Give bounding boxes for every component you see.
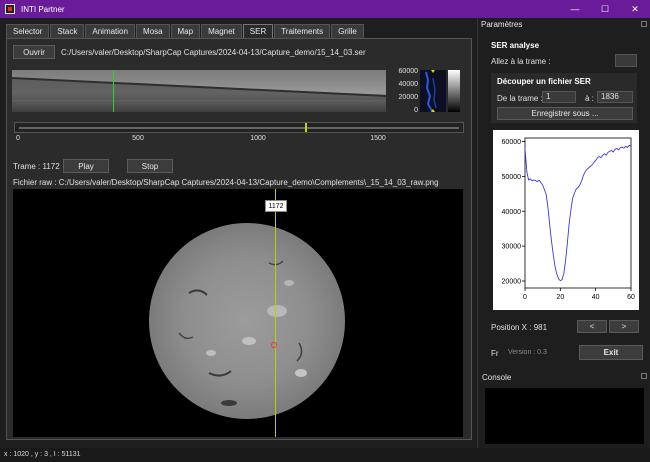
to-frame-input[interactable]: 1836	[597, 91, 633, 103]
exit-button[interactable]: Exit	[579, 345, 643, 360]
open-button[interactable]: Ouvrir	[13, 45, 55, 59]
window-controls: — ☐ ✕	[560, 0, 650, 18]
y-tick-label: 60000	[502, 139, 522, 146]
x-tick-label: 60	[627, 294, 635, 301]
sun-disk	[149, 223, 345, 419]
console-panel: Console	[477, 370, 650, 448]
cut-ser-box: Découper un fichier SER De la trame : 1 …	[491, 73, 637, 123]
plot-frame	[524, 137, 632, 289]
spectrum-line	[12, 77, 386, 100]
dock-float-icon[interactable]	[641, 21, 647, 27]
position-x-label: Position X : 981	[491, 323, 548, 332]
params-panel: Paramètres SER analyse Allez à la trame …	[477, 18, 650, 374]
dock-float-icon[interactable]	[641, 373, 647, 379]
profile-plot: 20000 30000 40000 50000 60000 0 20 40 60	[493, 130, 639, 310]
y-tick-label: 20000	[502, 279, 522, 286]
strip-frame-marker	[113, 70, 114, 112]
prev-position-button[interactable]: <	[577, 320, 607, 333]
goto-frame-input[interactable]	[615, 54, 637, 67]
app-icon	[5, 4, 15, 14]
tab-mosa[interactable]: Mosa	[135, 24, 170, 38]
histogram-tick: 40000	[398, 81, 418, 88]
tab-ser[interactable]: SER	[242, 24, 274, 38]
ser-file-path: C:/Users/valer/Desktop/SharpCap Captures…	[61, 48, 366, 57]
frame-axis: 0 500 1000 1500	[14, 134, 464, 144]
histogram[interactable]	[420, 70, 446, 112]
axis-tick: 0	[16, 135, 20, 142]
position-marker	[271, 342, 277, 348]
tab-animation[interactable]: Animation	[85, 24, 135, 38]
frame-label: Trame : 1172	[13, 161, 60, 171]
play-button[interactable]: Play	[63, 159, 109, 173]
grayscale-bar[interactable]	[448, 70, 460, 112]
histogram-tick: 0	[414, 107, 418, 114]
frame-row: Trame : 1172	[13, 159, 60, 173]
x-tick-label: 20	[556, 294, 564, 301]
tab-magnet[interactable]: Magnet	[201, 24, 242, 38]
minimize-button[interactable]: —	[560, 0, 590, 18]
axis-tick: 1500	[370, 135, 386, 142]
y-tick-label: 30000	[502, 244, 522, 251]
cut-ser-title: Découper un fichier SER	[497, 77, 591, 86]
tab-map[interactable]: Map	[170, 24, 201, 38]
axis-tick: 1000	[250, 135, 266, 142]
spectrum-strip-area: 60000 40000 20000 0	[12, 66, 462, 120]
from-frame-input[interactable]: 1	[542, 91, 576, 103]
ser-analyse-title: SER analyse	[491, 41, 540, 50]
stop-button[interactable]: Stop	[127, 159, 173, 173]
x-tick-label: 40	[592, 294, 600, 301]
next-position-button[interactable]: >	[609, 320, 639, 333]
console-title: Console	[482, 373, 512, 382]
slider-groove	[19, 127, 459, 129]
frame-tag: 1172	[265, 200, 287, 212]
ser-panel: Ouvrir C:/Users/valer/Desktop/SharpCap C…	[6, 38, 472, 440]
axis-tick: 500	[132, 135, 144, 142]
save-as-button[interactable]: Enregistrer sous ...	[497, 107, 633, 120]
histogram-plot	[425, 70, 437, 112]
cursor-readout: x : 1020 , y : 3 , I : 51131	[4, 451, 81, 458]
x-tick-label: 0	[523, 294, 527, 301]
frame-slider[interactable]	[14, 122, 464, 133]
histogram-scale: 60000 40000 20000 0	[390, 66, 418, 120]
slider-handle[interactable]	[305, 123, 307, 132]
version-label: Version : 0.3	[508, 349, 547, 356]
window-title: INTI Partner	[21, 4, 65, 14]
language-label[interactable]: Fr	[491, 349, 499, 358]
to-frame-label: à :	[585, 94, 594, 103]
console-output	[485, 388, 644, 444]
histogram-tick: 60000	[398, 68, 418, 75]
cursor-line	[275, 189, 276, 437]
goto-frame-label: Allez à la trame :	[491, 57, 551, 66]
y-tick-label: 50000	[502, 174, 522, 181]
tab-bar: Selector Stack Animation Mosa Map Magnet…	[6, 24, 365, 38]
tab-selector[interactable]: Selector	[6, 24, 50, 38]
params-title: Paramètres	[481, 20, 523, 29]
title-bar: INTI Partner — ☐ ✕	[0, 0, 650, 18]
tab-traitements[interactable]: Traitements	[274, 24, 331, 38]
close-button[interactable]: ✕	[620, 0, 650, 18]
from-frame-label: De la trame :	[497, 94, 543, 103]
tab-stack[interactable]: Stack	[50, 24, 85, 38]
profile-chart: 20000 30000 40000 50000 60000 0 20 40 60	[502, 137, 635, 301]
status-bar: x : 1020 , y : 3 , I : 51131	[0, 448, 650, 462]
profile-series-line	[524, 144, 632, 282]
sun-features	[178, 260, 307, 406]
y-tick-label: 40000	[502, 209, 522, 216]
sun-image-view[interactable]: 1172	[13, 189, 463, 437]
maximize-button[interactable]: ☐	[590, 0, 620, 18]
histogram-tick: 20000	[398, 94, 418, 101]
main-area: Selector Stack Animation Mosa Map Magnet…	[0, 18, 476, 444]
tab-grille[interactable]: Grille	[331, 24, 364, 38]
raw-file-path: Fichier raw : C:/Users/valer/Desktop/Sha…	[13, 178, 439, 187]
